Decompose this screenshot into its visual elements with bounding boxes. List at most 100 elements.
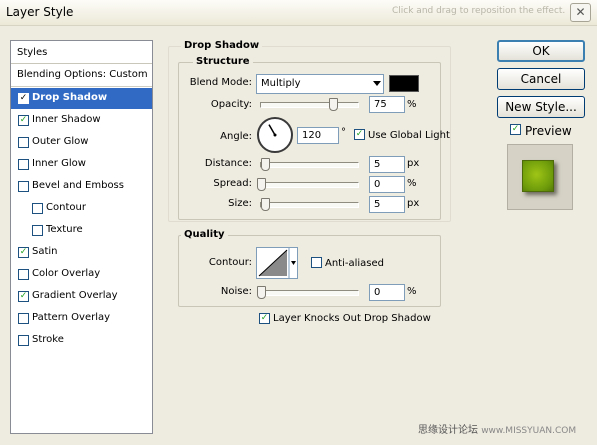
quality-title: Quality xyxy=(181,229,228,240)
drop-shadow-title: Drop Shadow xyxy=(181,40,263,51)
bevel-emboss-checkbox[interactable] xyxy=(18,181,29,192)
opacity-value: 75 xyxy=(374,99,387,110)
reposition-hint: Click and drag to reposition the effect. xyxy=(392,6,566,16)
size-unit: px xyxy=(407,198,420,209)
watermark: 思缘设计论坛 www.MISSYUAN.COM xyxy=(418,421,576,436)
styles-header[interactable]: Styles xyxy=(11,41,152,64)
use-global-light-checkbox[interactable]: ✓ xyxy=(354,129,365,140)
spread-slider-thumb[interactable] xyxy=(257,178,266,191)
angle-needle-icon xyxy=(268,124,277,137)
title-bar[interactable]: Layer Style Click and drag to reposition… xyxy=(0,0,597,26)
style-item-color-overlay[interactable]: Color Overlay xyxy=(11,264,152,285)
preview-label: Preview xyxy=(525,124,572,138)
size-label: Size: xyxy=(228,198,252,209)
inner-shadow-checkbox[interactable]: ✓ xyxy=(18,115,29,126)
blend-mode-label: Blend Mode: xyxy=(189,77,252,88)
style-item-drop-shadow[interactable]: ✓ Drop Shadow xyxy=(11,88,152,109)
size-slider-track[interactable] xyxy=(260,202,359,208)
noise-value: 0 xyxy=(374,287,381,298)
angle-label: Angle: xyxy=(220,131,252,142)
distance-unit: px xyxy=(407,158,420,169)
gradient-overlay-checkbox[interactable]: ✓ xyxy=(18,291,29,302)
preview-checkbox[interactable]: ✓ xyxy=(510,124,521,135)
opacity-label: Opacity: xyxy=(210,99,252,110)
cancel-button[interactable]: Cancel xyxy=(497,68,585,90)
angle-unit: ° xyxy=(341,127,346,138)
color-overlay-checkbox[interactable] xyxy=(18,269,29,280)
preview-swatch xyxy=(522,160,554,192)
style-item-label: Outer Glow xyxy=(32,136,89,147)
noise-slider-track[interactable] xyxy=(260,290,359,296)
watermark-text: 思缘设计论坛 xyxy=(418,425,478,436)
texture-checkbox[interactable] xyxy=(32,225,43,236)
style-item-label: Color Overlay xyxy=(32,268,101,279)
style-item-stroke[interactable]: Stroke xyxy=(11,330,152,351)
contour-label: Contour: xyxy=(208,257,252,268)
blend-mode-value: Multiply xyxy=(261,78,301,89)
style-item-inner-shadow[interactable]: ✓ Inner Shadow xyxy=(11,110,152,131)
spread-slider-track[interactable] xyxy=(260,182,359,188)
style-item-gradient-overlay[interactable]: ✓ Gradient Overlay xyxy=(11,286,152,307)
structure-group: Structure Blend Mode: Multiply Opacity: … xyxy=(178,56,450,220)
distance-input[interactable]: 5 xyxy=(369,156,405,173)
pattern-overlay-checkbox[interactable] xyxy=(18,313,29,324)
style-item-label: Pattern Overlay xyxy=(32,312,111,323)
spread-label: Spread: xyxy=(213,178,252,189)
close-button[interactable]: ✕ xyxy=(570,3,591,22)
style-item-texture[interactable]: Texture xyxy=(11,220,152,241)
opacity-slider-track[interactable] xyxy=(260,102,359,108)
style-item-satin[interactable]: ✓ Satin xyxy=(11,242,152,263)
outer-glow-checkbox[interactable] xyxy=(18,137,29,148)
angle-input[interactable]: 120 xyxy=(297,127,339,144)
noise-slider-thumb[interactable] xyxy=(257,286,266,299)
style-item-label: Contour xyxy=(46,202,86,213)
window-title: Layer Style xyxy=(6,5,74,19)
use-global-light-label: Use Global Light xyxy=(368,130,450,141)
anti-aliased-label: Anti-aliased xyxy=(325,258,385,269)
new-style-button[interactable]: New Style... xyxy=(497,96,585,118)
style-item-contour[interactable]: Contour xyxy=(11,198,152,219)
style-item-inner-glow[interactable]: Inner Glow xyxy=(11,154,152,175)
size-value: 5 xyxy=(374,199,381,210)
styles-header-label: Styles xyxy=(17,47,48,58)
drop-shadow-checkbox[interactable]: ✓ xyxy=(18,93,29,104)
style-item-pattern-overlay[interactable]: Pattern Overlay xyxy=(11,308,152,329)
size-input[interactable]: 5 xyxy=(369,196,405,213)
watermark-site: www.MISSYUAN.COM xyxy=(481,426,577,436)
knockout-label: Layer Knocks Out Drop Shadow xyxy=(273,313,431,324)
shadow-color-swatch[interactable] xyxy=(389,75,419,92)
contour-checkbox[interactable] xyxy=(32,203,43,214)
style-item-bevel-and-emboss[interactable]: Bevel and Emboss xyxy=(11,176,152,197)
chevron-down-icon xyxy=(373,81,381,86)
distance-slider-thumb[interactable] xyxy=(261,158,270,171)
knockout-checkbox[interactable]: ✓ xyxy=(259,313,270,324)
distance-label: Distance: xyxy=(204,158,252,169)
inner-glow-checkbox[interactable] xyxy=(18,159,29,170)
satin-checkbox[interactable]: ✓ xyxy=(18,247,29,258)
style-item-blending-options[interactable]: Blending Options: Custom xyxy=(11,65,152,87)
opacity-slider-thumb[interactable] xyxy=(328,98,338,111)
contour-picker[interactable] xyxy=(256,247,298,279)
angle-dial[interactable] xyxy=(257,117,293,153)
blend-mode-select[interactable]: Multiply xyxy=(256,74,384,94)
style-item-label: Blending Options: Custom xyxy=(17,69,148,80)
angle-value: 120 xyxy=(302,130,322,141)
distance-value: 5 xyxy=(374,159,381,170)
style-item-label: Satin xyxy=(32,246,58,257)
structure-title: Structure xyxy=(193,56,253,67)
style-item-outer-glow[interactable]: Outer Glow xyxy=(11,132,152,153)
opacity-input[interactable]: 75 xyxy=(369,96,405,113)
noise-label: Noise: xyxy=(220,286,252,297)
spread-input[interactable]: 0 xyxy=(369,176,405,193)
contour-curve-icon xyxy=(258,248,296,278)
anti-aliased-checkbox[interactable] xyxy=(311,257,322,268)
style-preview xyxy=(507,144,573,210)
style-item-label: Inner Glow xyxy=(32,158,86,169)
ok-button[interactable]: OK xyxy=(497,40,585,62)
stroke-checkbox[interactable] xyxy=(18,335,29,346)
noise-input[interactable]: 0 xyxy=(369,284,405,301)
size-slider-thumb[interactable] xyxy=(261,198,270,211)
distance-slider-track[interactable] xyxy=(260,162,359,168)
style-item-label: Gradient Overlay xyxy=(32,290,118,301)
spread-unit: % xyxy=(407,178,417,189)
